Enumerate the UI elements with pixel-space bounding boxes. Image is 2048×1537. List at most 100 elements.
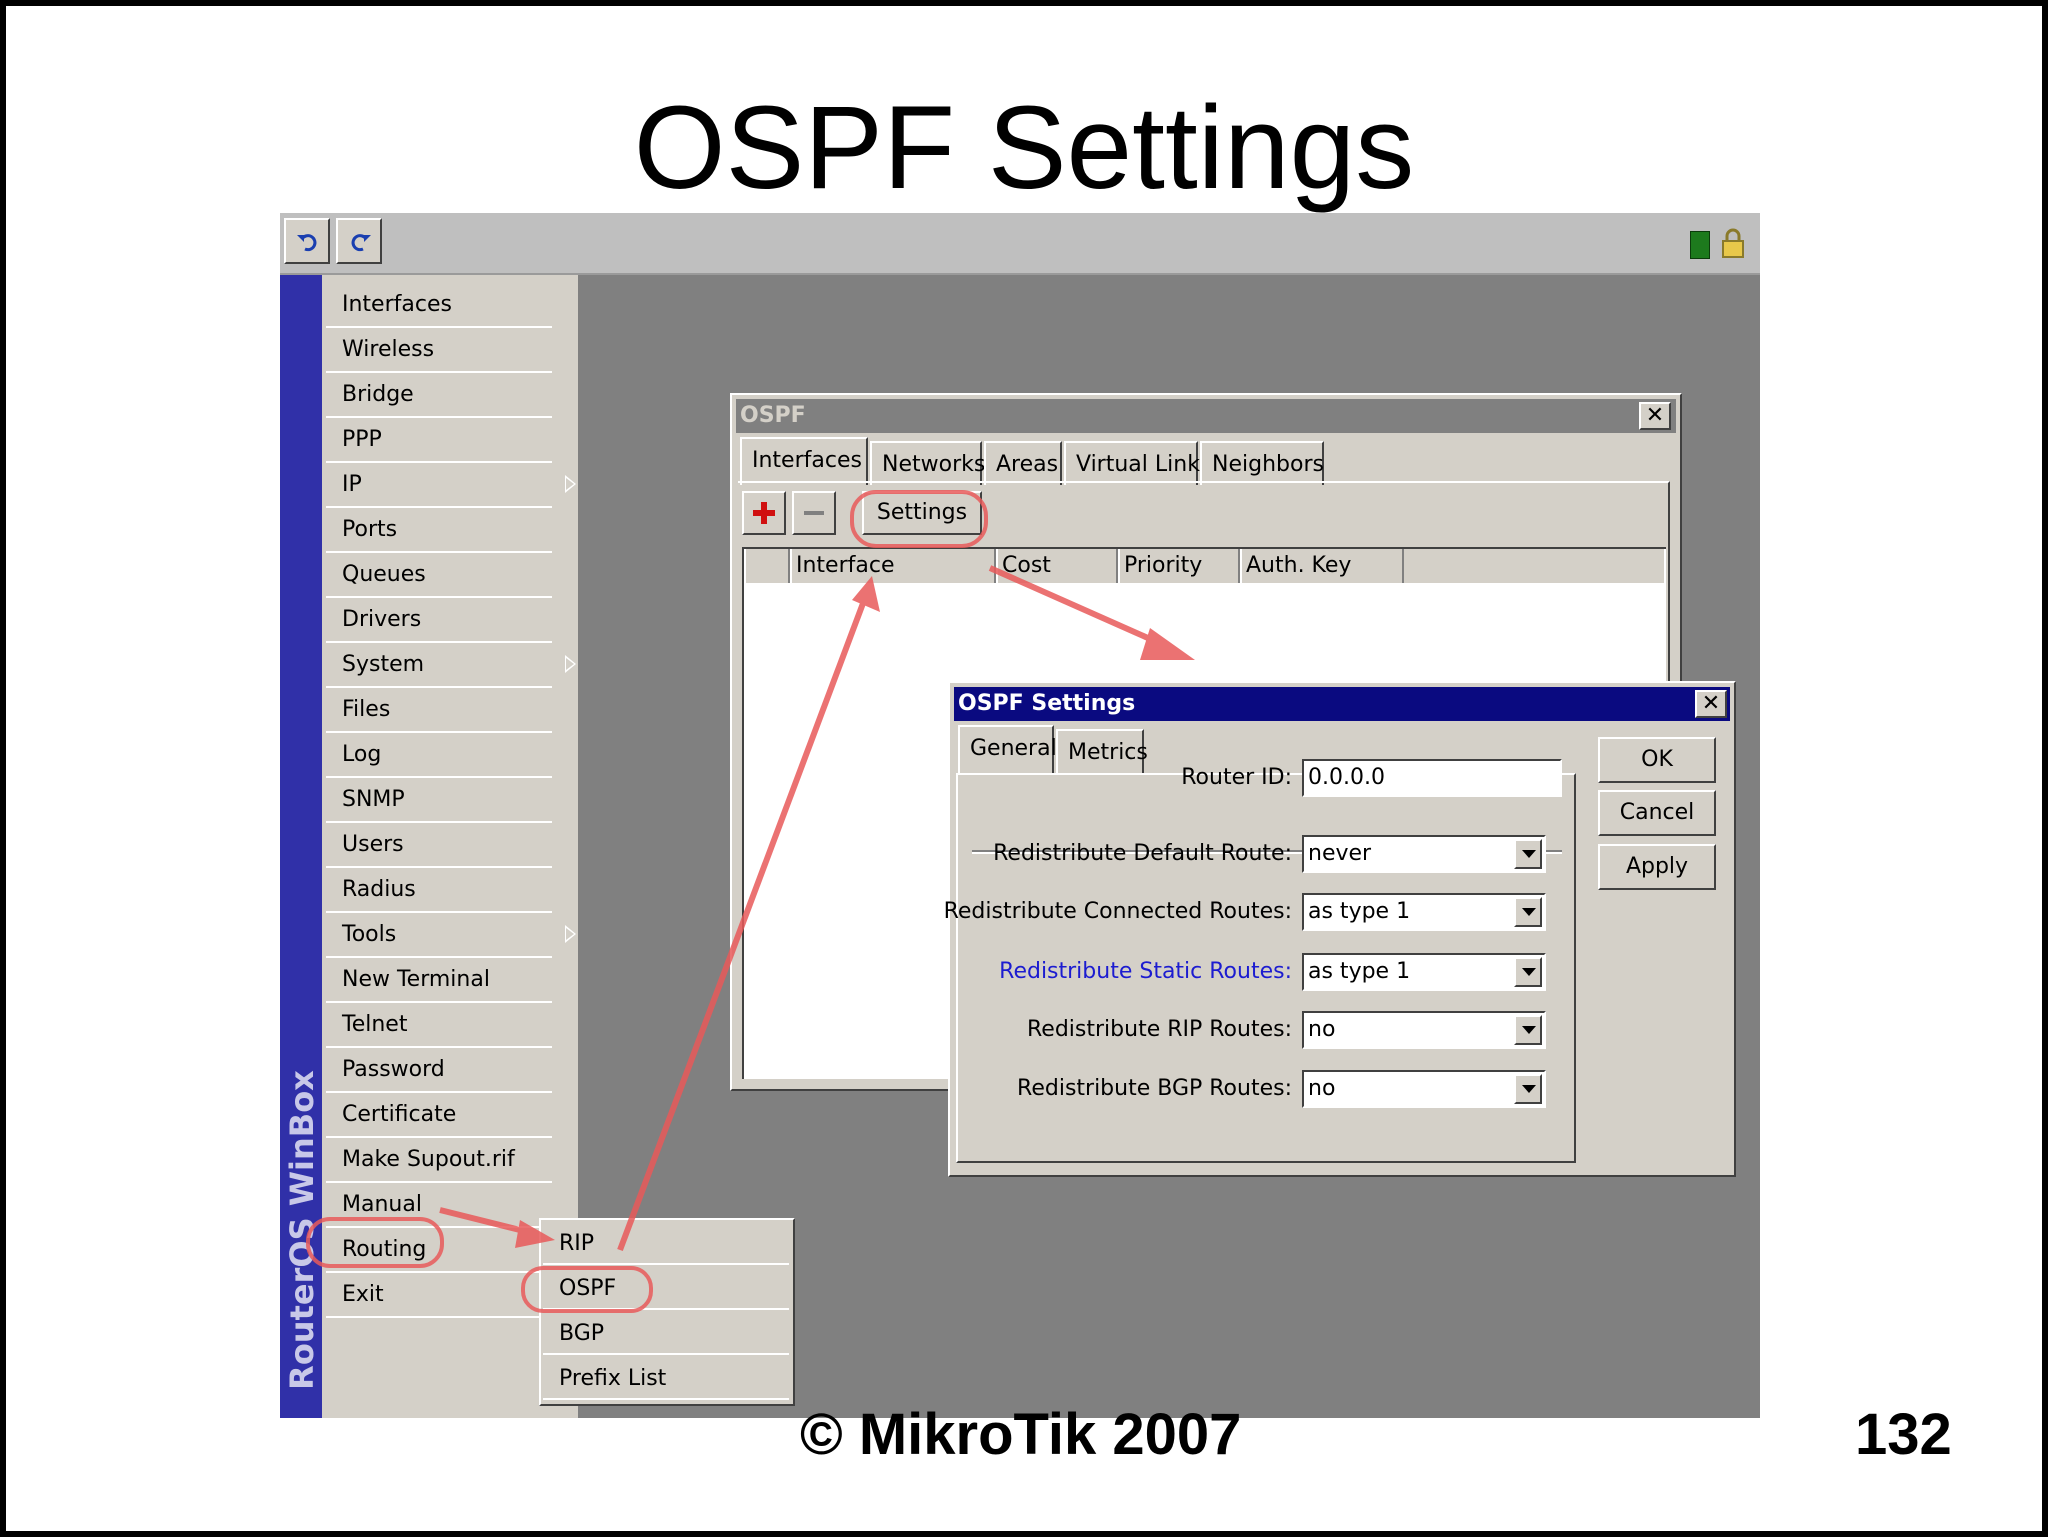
submenu-item-prefix-list[interactable]: Prefix List	[543, 1357, 789, 1400]
menu-item-label: Wireless	[342, 337, 435, 362]
routing-submenu: RIP OSPF BGP Prefix List	[539, 1218, 795, 1406]
menu-item-telnet[interactable]: Telnet	[326, 1003, 552, 1048]
menu-item-label: Exit	[342, 1282, 384, 1307]
minus-icon	[804, 511, 824, 515]
settings-row: Redistribute BGP Routes: no	[950, 1070, 1570, 1108]
menu-item-label: Files	[342, 697, 391, 722]
chevron-down-icon[interactable]	[1514, 897, 1542, 927]
submenu-arrow-icon	[565, 655, 576, 673]
menu-item-drivers[interactable]: Drivers	[326, 598, 552, 643]
redistribute-select[interactable]: as type 1	[1302, 893, 1546, 931]
settings-close-button[interactable]: ✕	[1695, 690, 1727, 718]
menu-item-certificate[interactable]: Certificate	[326, 1093, 552, 1138]
redo-icon	[351, 234, 371, 252]
brand-bar: RouterOS WinBox	[280, 275, 322, 1418]
menu-item-make-supout-rif[interactable]: Make Supout.rif	[326, 1138, 552, 1183]
field-value: no	[1308, 1017, 1336, 1042]
chevron-down-icon[interactable]	[1514, 1015, 1542, 1045]
menu-item-manual[interactable]: Manual	[326, 1183, 552, 1228]
toolbar	[280, 213, 1760, 275]
undo-button[interactable]	[284, 218, 330, 264]
undo-icon	[297, 234, 317, 252]
remove-button[interactable]	[792, 491, 836, 535]
menu-item-ports[interactable]: Ports	[326, 508, 552, 553]
menu-item-log[interactable]: Log	[326, 733, 552, 778]
menu-item-label: Routing	[342, 1237, 427, 1262]
menu-item-ppp[interactable]: PPP	[326, 418, 552, 463]
field-label: Redistribute BGP Routes:	[1017, 1076, 1292, 1101]
field-value: 0.0.0.0	[1308, 765, 1385, 790]
field-label: Redistribute Static Routes:	[999, 959, 1292, 984]
chevron-down-icon[interactable]	[1514, 839, 1542, 869]
menu-item-users[interactable]: Users	[326, 823, 552, 868]
ok-button[interactable]: OK	[1598, 737, 1716, 783]
brand-label: RouterOS WinBox	[283, 1070, 321, 1390]
menu-item-exit[interactable]: Exit	[326, 1273, 552, 1318]
add-button[interactable]	[742, 491, 786, 535]
menu-item-files[interactable]: Files	[326, 688, 552, 733]
menu-item-label: Password	[342, 1057, 445, 1082]
tab-networks[interactable]: Networks	[870, 441, 985, 485]
tab-virtual-links[interactable]: Virtual Links	[1064, 441, 1211, 485]
menu-item-bridge[interactable]: Bridge	[326, 373, 552, 418]
menu-item-label: Bridge	[342, 382, 414, 407]
plus-icon	[753, 502, 775, 524]
column-header-interface[interactable]: Interface	[790, 549, 996, 583]
chevron-down-icon[interactable]	[1514, 1074, 1542, 1104]
menu-item-label: Tools	[342, 922, 397, 947]
submenu-item-rip[interactable]: RIP	[543, 1222, 789, 1265]
ospf-close-button[interactable]: ✕	[1639, 402, 1671, 430]
redistribute-select[interactable]: no	[1302, 1011, 1546, 1049]
menu-item-new-terminal[interactable]: New Terminal	[326, 958, 552, 1003]
tab-areas[interactable]: Areas	[984, 441, 1062, 485]
menu-item-queues[interactable]: Queues	[326, 553, 552, 598]
tab-interfaces[interactable]: Interfaces	[740, 437, 868, 485]
menu-item-system[interactable]: System	[326, 643, 576, 688]
column-header-auth-key[interactable]: Auth. Key	[1240, 549, 1404, 583]
connection-status-icon	[1690, 231, 1710, 259]
menu-item-password[interactable]: Password	[326, 1048, 552, 1093]
menu-item-label: Interfaces	[342, 292, 452, 317]
column-header-blank	[744, 549, 790, 583]
menu-item-label: Manual	[342, 1192, 422, 1217]
menu-item-label: New Terminal	[342, 967, 490, 992]
field-value: never	[1308, 841, 1372, 866]
footer-copyright: © MikroTik 2007	[800, 1402, 1242, 1467]
apply-button[interactable]: Apply	[1598, 844, 1716, 890]
menu-item-routing[interactable]: Routing	[326, 1228, 576, 1273]
chevron-down-icon[interactable]	[1514, 957, 1542, 987]
field-value: as type 1	[1308, 899, 1411, 924]
menu-item-interfaces[interactable]: Interfaces	[326, 283, 552, 328]
settings-row: Redistribute Static Routes: as type 1	[950, 953, 1570, 991]
menu-item-label: SNMP	[342, 787, 405, 812]
menu-item-tools[interactable]: Tools	[326, 913, 576, 958]
redistribute-select[interactable]: never	[1302, 835, 1546, 873]
menu-item-ip[interactable]: IP	[326, 463, 576, 508]
settings-button[interactable]: Settings	[862, 491, 982, 535]
menu-item-label: System	[342, 652, 425, 677]
submenu-item-ospf[interactable]: OSPF	[543, 1267, 789, 1310]
winbox-window: RouterOS WinBox Interfaces Wireless Bridge…	[280, 213, 1760, 1418]
menu-item-label: Users	[342, 832, 404, 857]
field-label: Redistribute Connected Routes:	[943, 899, 1292, 924]
menu-item-radius[interactable]: Radius	[326, 868, 552, 913]
redistribute-select[interactable]: as type 1	[1302, 953, 1546, 991]
submenu-item-bgp[interactable]: BGP	[543, 1312, 789, 1355]
menu-item-wireless[interactable]: Wireless	[326, 328, 552, 373]
column-header-priority[interactable]: Priority	[1118, 549, 1240, 583]
menu-item-label: Log	[342, 742, 382, 767]
tab-neighbors[interactable]: Neighbors	[1200, 441, 1324, 485]
menu-item-label: Queues	[342, 562, 426, 587]
menu-item-snmp[interactable]: SNMP	[326, 778, 552, 823]
menu-item-label: Telnet	[342, 1012, 408, 1037]
settings-row: Redistribute Default Route: never	[950, 835, 1570, 873]
cancel-button[interactable]: Cancel	[1598, 790, 1716, 836]
router-id-input[interactable]: 0.0.0.0	[1302, 759, 1562, 797]
menu-item-label: PPP	[342, 427, 382, 452]
redistribute-select[interactable]: no	[1302, 1070, 1546, 1108]
submenu-arrow-icon	[565, 925, 576, 943]
redo-button[interactable]	[336, 218, 382, 264]
column-header-cost[interactable]: Cost	[996, 549, 1118, 583]
field-value: no	[1308, 1076, 1336, 1101]
page-number: 132	[1855, 1402, 1952, 1467]
